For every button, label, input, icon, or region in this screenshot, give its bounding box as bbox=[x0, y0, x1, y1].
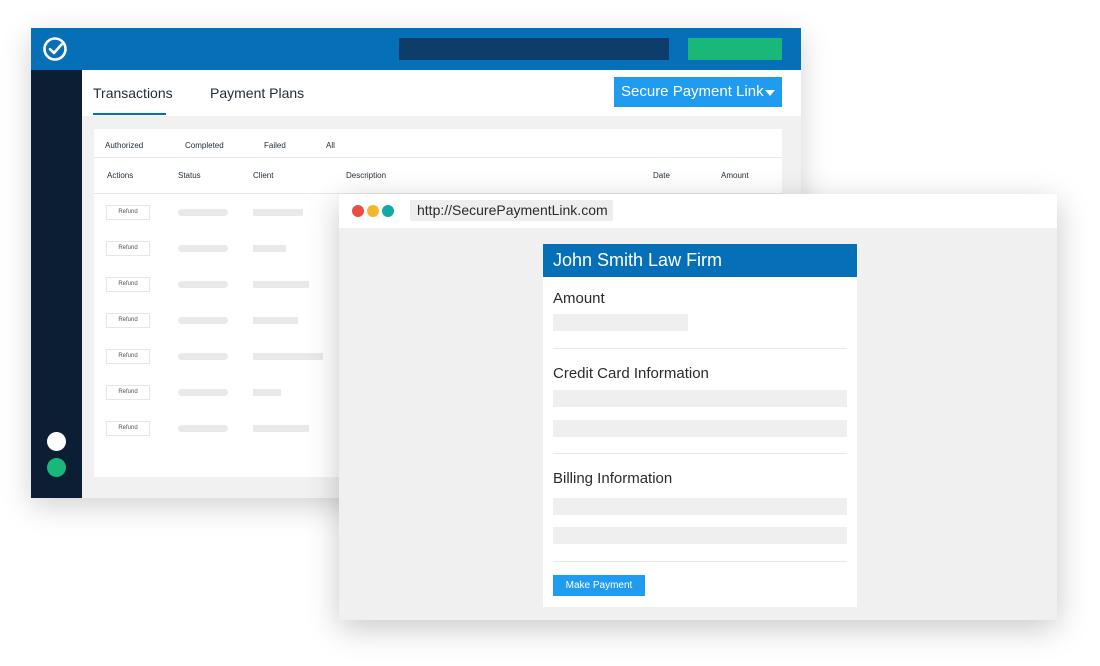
tab-transactions[interactable]: Transactions bbox=[93, 85, 173, 101]
billing-label: Billing Information bbox=[553, 470, 673, 487]
minimize-window-icon[interactable] bbox=[367, 205, 379, 217]
credit-card-label: Credit Card Information bbox=[553, 365, 709, 382]
client-placeholder bbox=[253, 245, 286, 252]
column-header-status: Status bbox=[178, 171, 201, 180]
refund-button[interactable]: Refund bbox=[106, 205, 150, 220]
make-payment-button[interactable]: Make Payment bbox=[553, 575, 645, 596]
address-bar[interactable]: http://SecurePaymentLink.com bbox=[410, 200, 613, 221]
filter-completed[interactable]: Completed bbox=[185, 141, 224, 150]
status-placeholder bbox=[178, 245, 228, 252]
refund-button[interactable]: Refund bbox=[106, 241, 150, 256]
column-header-date: Date bbox=[653, 171, 670, 180]
firm-name: John Smith Law Firm bbox=[553, 250, 723, 270]
status-placeholder bbox=[178, 389, 228, 396]
refund-button[interactable]: Refund bbox=[106, 421, 150, 436]
filter-failed[interactable]: Failed bbox=[264, 141, 286, 150]
secure-payment-link-button[interactable]: Secure Payment Link bbox=[614, 77, 782, 107]
filter-all[interactable]: All bbox=[326, 141, 335, 150]
section-divider bbox=[553, 453, 847, 454]
browser-toolbar: http://SecurePaymentLink.com bbox=[339, 194, 1057, 228]
payment-form-card: John Smith Law Firm Amount Credit Card I… bbox=[543, 244, 857, 607]
section-divider bbox=[553, 561, 847, 562]
sidebar-green-dot-icon[interactable] bbox=[47, 458, 66, 477]
status-placeholder bbox=[178, 209, 228, 216]
refund-button[interactable]: Refund bbox=[106, 313, 150, 328]
maximize-window-icon[interactable] bbox=[382, 205, 394, 217]
column-header-amount: Amount bbox=[721, 171, 749, 180]
client-placeholder bbox=[253, 353, 323, 360]
app-header bbox=[31, 28, 801, 70]
client-placeholder bbox=[253, 209, 303, 216]
client-placeholder bbox=[253, 281, 309, 288]
section-divider bbox=[553, 348, 847, 349]
browser-window: http://SecurePaymentLink.com John Smith … bbox=[339, 194, 1057, 620]
card-details-input[interactable] bbox=[553, 420, 847, 437]
sidebar bbox=[31, 70, 82, 498]
status-placeholder bbox=[178, 353, 228, 360]
filter-divider bbox=[94, 157, 782, 158]
client-placeholder bbox=[253, 425, 309, 432]
status-placeholder bbox=[178, 317, 228, 324]
close-window-icon[interactable] bbox=[352, 205, 364, 217]
client-placeholder bbox=[253, 317, 298, 324]
check-circle-logo-icon[interactable] bbox=[42, 36, 68, 62]
billing-city-input[interactable] bbox=[553, 527, 847, 544]
amount-input[interactable] bbox=[553, 314, 688, 331]
column-header-description: Description bbox=[346, 171, 387, 180]
payment-form-header: John Smith Law Firm bbox=[543, 244, 857, 277]
sidebar-white-dot-icon[interactable] bbox=[47, 432, 66, 451]
billing-address-input[interactable] bbox=[553, 498, 847, 515]
refund-button[interactable]: Refund bbox=[106, 277, 150, 292]
header-search-bar[interactable] bbox=[399, 38, 669, 60]
column-header-actions: Actions bbox=[107, 171, 134, 180]
status-placeholder bbox=[178, 281, 228, 288]
refund-button[interactable]: Refund bbox=[106, 385, 150, 400]
card-number-input[interactable] bbox=[553, 390, 847, 407]
status-placeholder bbox=[178, 425, 228, 432]
caret-down-icon bbox=[765, 90, 775, 96]
client-placeholder bbox=[253, 389, 281, 396]
amount-label: Amount bbox=[553, 290, 605, 307]
tab-payment-plans[interactable]: Payment Plans bbox=[210, 85, 304, 101]
secure-payment-link-label: Secure Payment Link bbox=[621, 83, 764, 100]
active-tab-indicator bbox=[93, 113, 166, 115]
filter-authorized[interactable]: Authorized bbox=[105, 141, 143, 150]
header-action-button[interactable] bbox=[688, 38, 782, 60]
column-header-client: Client bbox=[253, 171, 274, 180]
refund-button[interactable]: Refund bbox=[106, 349, 150, 364]
